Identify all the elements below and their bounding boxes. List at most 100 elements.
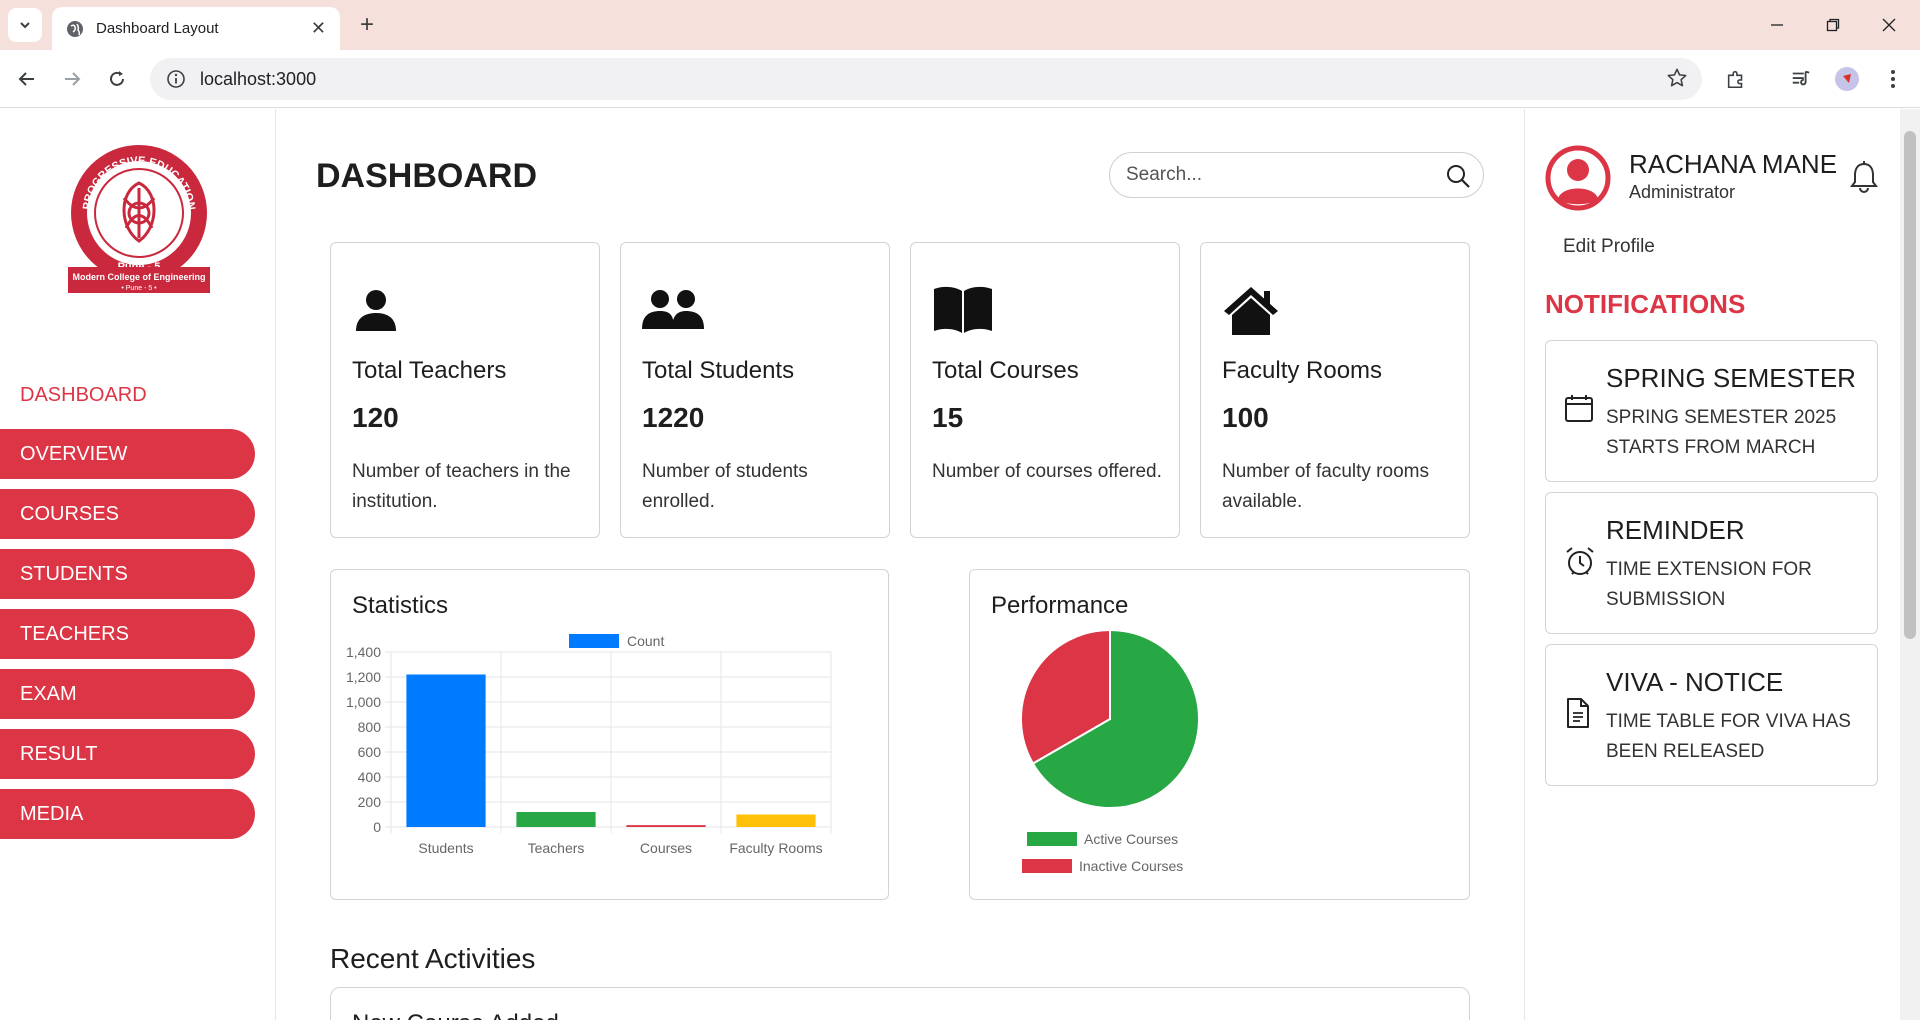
forward-button[interactable] [57,64,87,94]
card-value: 1220 [642,402,705,433]
globe-icon [67,20,83,37]
browser-toolbar: localhost:3000 [0,50,1920,108]
notification-title: VIVA - NOTICE [1606,667,1784,697]
performance-panel: Performance Active Courses Inactive Cours… [969,569,1470,900]
x-tick-label: Students [418,840,473,856]
x-tick-label: Faculty Rooms [729,840,822,856]
address-bar[interactable]: localhost:3000 [150,58,1702,100]
stat-card-faculty-rooms: Faculty Rooms 100 Number of faculty room… [1200,242,1470,538]
person-icon [356,290,396,331]
house-icon [1224,287,1278,335]
statistics-bar-chart[interactable]: Count 0 200 400 600 800 1,000 1,200 1,400 Student… [341,634,881,894]
sidebar-item-exam[interactable]: EXAM [0,669,255,719]
y-tick-label: 200 [358,794,382,810]
right-panel: RACHANA MANE Administrator Edit Profile … [1524,109,1900,1020]
search-icon[interactable] [1445,163,1471,189]
more-vertical-icon [1891,70,1895,88]
notification-title: SPRING SEMESTER [1606,363,1856,393]
browser-tab[interactable]: Dashboard Layout ✕ [52,7,340,50]
sidebar-item-dashboard[interactable]: DASHBOARD [20,384,147,407]
arrow-left-icon [18,72,34,86]
user-role: Administrator [1629,182,1736,202]
sidebar-item-result[interactable]: RESULT [0,729,255,779]
restore-button[interactable] [1820,12,1846,38]
card-description: Number of teachers in the institution. [352,461,571,512]
profile-button[interactable] [1832,64,1862,94]
legend-swatch [1027,832,1077,846]
y-tick-label: 1,000 [346,694,381,710]
minimize-button[interactable] [1764,12,1790,38]
back-button[interactable] [12,64,42,94]
card-value: 100 [1222,402,1269,433]
card-title: Total Teachers [352,357,507,384]
bar-courses [626,825,706,827]
notifications-heading: NOTIFICATIONS [1545,289,1746,319]
card-description: Number of students enrolled. [642,461,808,512]
sidebar-item-media[interactable]: MEDIA [0,789,255,839]
logo-college-text: Modern College of Engineering [72,272,205,282]
new-tab-button[interactable]: + [352,10,382,40]
page-scrollbar[interactable] [1900,109,1920,1020]
stat-card-students: Total Students 1220 Number of students e… [620,242,890,538]
sidebar-item-students[interactable]: STUDENTS [0,549,255,599]
close-window-button[interactable] [1876,12,1902,38]
notification-item[interactable]: SPRING SEMESTER SPRING SEMESTER 2025 STA… [1545,340,1878,482]
search-box [1109,152,1484,198]
sidebar-item-courses[interactable]: COURSES [0,489,255,539]
card-value: 15 [932,402,964,433]
extensions-button[interactable] [1721,64,1751,94]
stat-card-teachers: Total Teachers 120 Number of teachers in… [330,242,600,538]
logo-motto: ज्ञानमयो भव [121,137,157,147]
notification-item[interactable]: REMINDER TIME EXTENSION FOR SUBMISSION [1545,492,1878,634]
bar-faculty-rooms [736,814,816,827]
legend-swatch [1022,859,1072,873]
user-name: RACHANA MANE [1629,149,1838,179]
x-tick-label: Courses [640,840,692,856]
tab-title: Dashboard Layout [96,20,219,37]
tab-search-button[interactable] [8,8,42,42]
performance-pie-chart[interactable]: Active Courses Inactive Courses [980,630,1280,890]
site-info-icon[interactable] [166,69,186,89]
scrollbar-thumb[interactable] [1904,131,1916,639]
star-icon[interactable] [1666,67,1688,89]
book-icon [934,286,992,333]
notification-item[interactable]: VIVA - NOTICE TIME TABLE FOR VIVA HAS BE… [1545,644,1878,786]
browser-tab-strip: Dashboard Layout ✕ + [0,0,1920,50]
notification-text: TIME EXTENSION FOR SUBMISSION [1606,559,1812,610]
card-description: Number of courses offered. [932,461,1162,482]
edit-profile-link[interactable]: Edit Profile [1563,236,1655,258]
bar-students [406,674,486,827]
activity-item: New Course Added [330,987,1470,1020]
avatar[interactable] [1545,145,1611,211]
card-description: Number of faculty rooms available. [1222,461,1429,512]
url-text: localhost:3000 [200,68,317,89]
media-controls-button[interactable] [1786,64,1816,94]
college-logo: PROGRESSIVE EDUCATION SOCIETY ज्ञानमयो भ… [68,133,210,293]
notification-text: SPRING SEMESTER 2025 STARTS FROM MARCH [1606,407,1837,458]
reload-button[interactable] [102,64,132,94]
arrow-right-icon [65,72,81,86]
statistics-title: Statistics [352,592,449,619]
main-content: DASHBOARD Total Teachers 120 Number of t… [277,109,1524,1020]
document-icon [1567,698,1589,728]
notification-text: TIME TABLE FOR VIVA HAS BEEN RELEASED [1606,711,1851,762]
close-tab-icon[interactable]: ✕ [311,18,326,39]
y-tick-label: 1,200 [346,669,381,685]
y-tick-label: 600 [358,744,382,760]
sidebar: PROGRESSIVE EDUCATION SOCIETY ज्ञानमयो भ… [0,109,276,1020]
playlist-icon [1792,70,1810,86]
card-value: 120 [352,402,399,433]
bell-icon[interactable] [1850,161,1878,193]
sidebar-item-overview[interactable]: OVERVIEW [0,429,255,479]
notification-title: REMINDER [1606,515,1745,545]
card-title: Faculty Rooms [1222,357,1383,384]
legend-label: Inactive Courses [1079,858,1183,874]
search-input[interactable] [1126,164,1426,186]
y-tick-label: 800 [358,719,382,735]
legend-label: Count [627,634,664,649]
sidebar-item-teachers[interactable]: TEACHERS [0,609,255,659]
card-title: Total Courses [932,357,1079,384]
page-title: DASHBOARD [316,157,537,195]
recent-activities-title: Recent Activities [330,943,536,974]
browser-menu-button[interactable] [1878,64,1908,94]
